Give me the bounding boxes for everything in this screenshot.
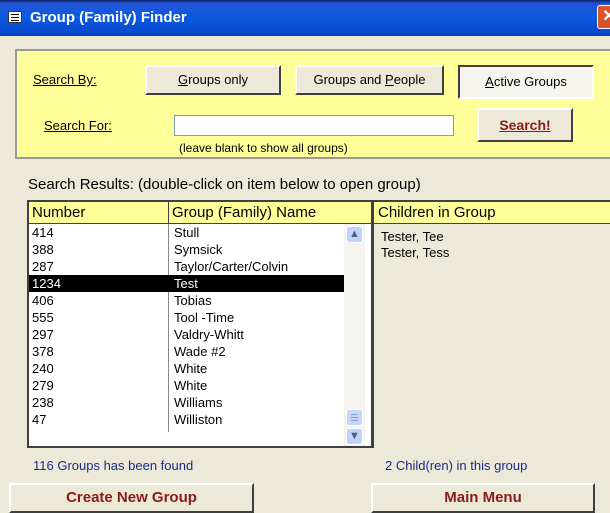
vertical-scrollbar[interactable]: ▲ ▼ — [344, 224, 365, 446]
name-column-header: Group (Family) Name — [169, 202, 371, 224]
group-number: 240 — [32, 361, 54, 376]
group-name: Taylor/Carter/Colvin — [174, 259, 289, 274]
children-panel: Children in Group Tester, Tee Tester, Tes… — [373, 200, 610, 448]
group-number: 297 — [32, 327, 54, 342]
groups-only-button[interactable]: Groups only — [145, 65, 281, 95]
table-row[interactable]: 297 Valdry-Whitt — [29, 326, 344, 343]
groups-listbox[interactable]: Number Group (Family) Name 414 Stull 388 Sy… — [27, 200, 373, 448]
group-name: Valdry-Whitt — [174, 327, 244, 342]
groups-and-people-button[interactable]: Groups and People — [295, 65, 444, 95]
group-number: 406 — [32, 293, 54, 308]
window-title: Group (Family) Finder — [30, 9, 187, 26]
search-input[interactable] — [174, 115, 454, 136]
group-number: 1234 — [32, 276, 61, 291]
children-list: Tester, Tee Tester, Tess — [381, 229, 449, 261]
title-bar: Group (Family) Finder ✕ — [0, 0, 610, 36]
table-row[interactable]: 287 Taylor/Carter/Colvin — [29, 258, 344, 275]
children-count-status: 2 Child(ren) in this group — [385, 458, 528, 473]
group-name: Test — [174, 276, 198, 291]
group-name: Williams — [174, 395, 223, 410]
group-name: White — [174, 361, 208, 376]
table-row[interactable]: 279 White — [29, 377, 344, 394]
search-panel: Search By: Groups only Groups and People… — [15, 49, 610, 159]
groups-found-status: 116 Groups has been found — [33, 458, 194, 473]
group-name: Symsick — [174, 242, 223, 257]
number-column-header: Number — [29, 202, 169, 224]
table-row[interactable]: 388 Symsick — [29, 241, 344, 258]
group-name: White — [174, 378, 208, 393]
children-column-header: Children in Group — [374, 202, 610, 224]
list-item[interactable]: Tester, Tee — [381, 229, 449, 245]
results-caption: Search Results: (double-click on item be… — [28, 176, 421, 193]
form-icon — [8, 11, 22, 23]
group-name: Stull — [174, 225, 200, 240]
create-new-group-button[interactable]: Create New Group — [9, 483, 254, 513]
scroll-down-icon[interactable]: ▼ — [346, 428, 363, 445]
table-row[interactable]: 47 Williston — [29, 411, 344, 428]
table-row[interactable]: 406 Tobias — [29, 292, 344, 309]
group-name: Wade #2 — [174, 344, 226, 359]
group-number: 414 — [32, 225, 54, 240]
close-button[interactable]: ✕ — [597, 5, 610, 29]
group-number: 47 — [32, 412, 47, 427]
groups-rows: 414 Stull 388 Symsick 287 Taylor/Carter/Colvi… — [29, 224, 344, 432]
group-number: 279 — [32, 378, 54, 393]
scroll-up-icon[interactable]: ▲ — [346, 226, 363, 243]
table-row[interactable]: 238 Williams — [29, 394, 344, 411]
table-row[interactable]: 555 Tool -Time — [29, 309, 344, 326]
group-name: Williston — [174, 412, 223, 427]
search-for-label: Search For: — [44, 118, 112, 133]
search-hint: (leave blank to show all groups) — [179, 141, 348, 155]
group-number: 238 — [32, 395, 54, 410]
group-number: 388 — [32, 242, 54, 257]
search-button[interactable]: Search! — [477, 108, 573, 142]
active-groups-button[interactable]: Active Groups — [458, 65, 594, 99]
main-menu-button[interactable]: Main Menu — [371, 483, 595, 513]
search-by-label: Search By: — [33, 72, 97, 87]
table-row[interactable]: 414 Stull — [29, 224, 344, 241]
group-number: 378 — [32, 344, 54, 359]
table-row[interactable]: 378 Wade #2 — [29, 343, 344, 360]
scroll-thumb[interactable] — [346, 409, 363, 426]
group-number: 555 — [32, 310, 54, 325]
group-name: Tobias — [174, 293, 212, 308]
table-row[interactable]: 240 White — [29, 360, 344, 377]
group-name: Tool -Time — [174, 310, 235, 325]
group-number: 287 — [32, 259, 54, 274]
table-row[interactable]: 1234 Test — [29, 275, 344, 292]
list-item[interactable]: Tester, Tess — [381, 245, 449, 261]
